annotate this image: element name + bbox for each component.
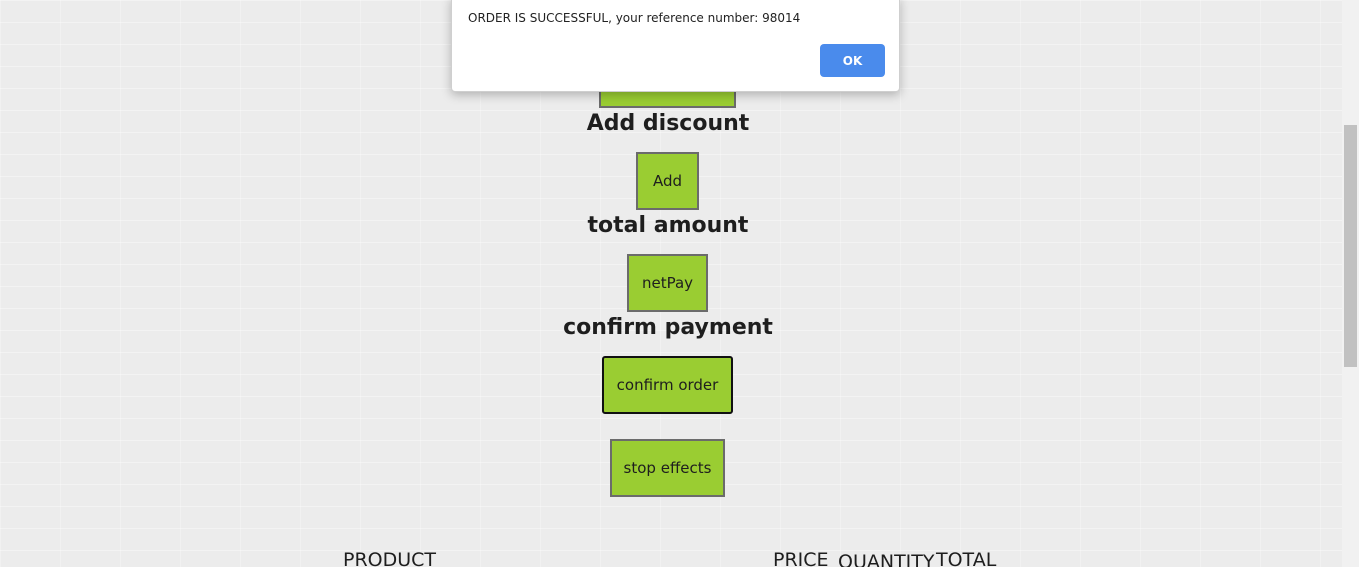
- stop-effects-button[interactable]: stop effects: [610, 439, 725, 497]
- column-quantity: QUANTITY: [838, 551, 935, 567]
- alert-ok-button[interactable]: OK: [820, 44, 885, 77]
- add-discount-heading: Add discount: [586, 111, 750, 136]
- add-discount-button[interactable]: Add: [636, 152, 699, 210]
- confirm-payment-heading: confirm payment: [563, 315, 773, 340]
- column-product: PRODUCT: [343, 549, 437, 567]
- total-amount-heading: total amount: [587, 213, 749, 238]
- alert-message: ORDER IS SUCCESSFUL, your reference numb…: [468, 11, 801, 25]
- netpay-button[interactable]: netPay: [627, 254, 708, 312]
- vertical-scrollbar[interactable]: [1342, 0, 1359, 567]
- alert-dialog: ORDER IS SUCCESSFUL, your reference numb…: [451, 0, 900, 92]
- confirm-order-button[interactable]: confirm order: [602, 356, 733, 414]
- column-total: TOTAL: [936, 549, 997, 567]
- scrollbar-thumb[interactable]: [1344, 125, 1357, 367]
- column-price: PRICE: [773, 549, 829, 567]
